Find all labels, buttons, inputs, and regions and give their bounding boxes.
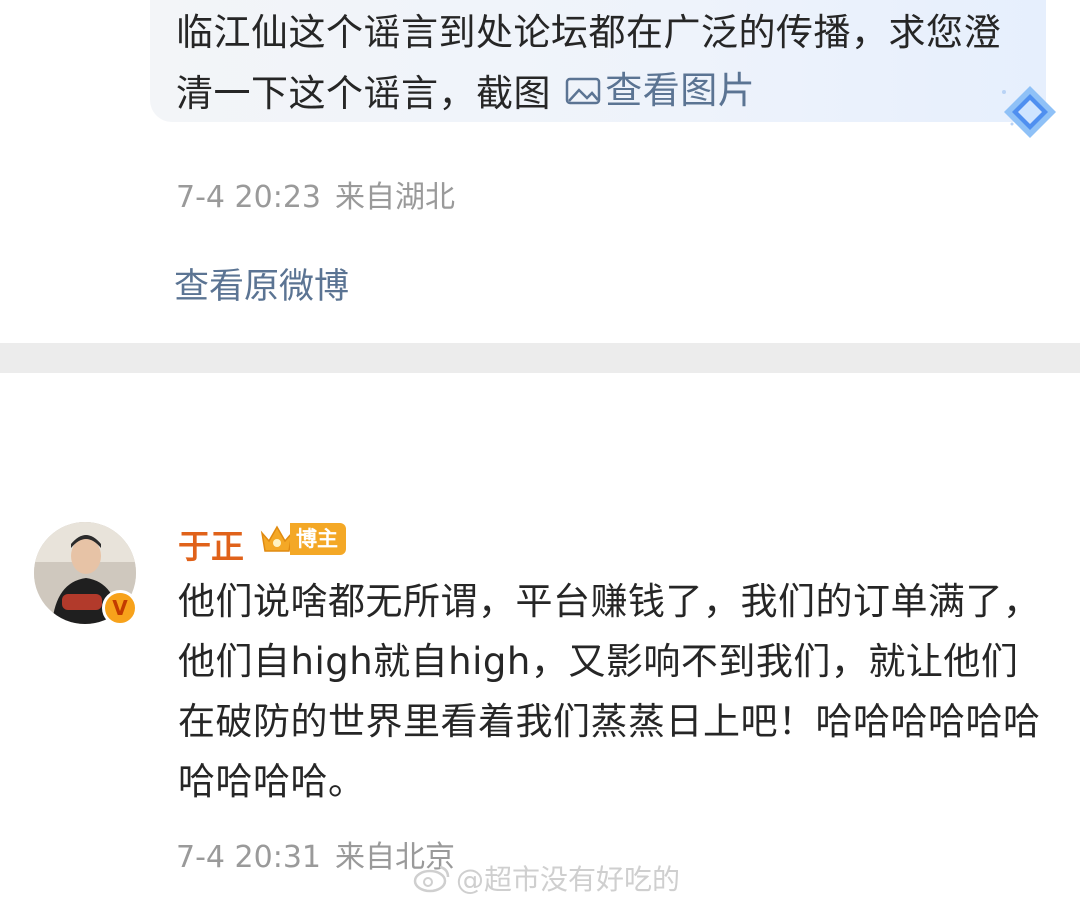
reply-text: 他们说啥都无所谓，平台赚钱了，我们的订单满了，他们自high就自high，又影响… <box>178 580 1041 803</box>
host-badge-label: 博主 <box>290 523 346 555</box>
watermark-text: @超市没有好吃的 <box>456 863 681 896</box>
reply-username[interactable]: 于正 <box>178 520 244 568</box>
view-image-link[interactable]: 查看图片 <box>563 62 755 120</box>
verified-badge-icon: V <box>102 590 138 626</box>
view-original-weibo-link[interactable]: 查看原微博 <box>174 258 349 309</box>
quoted-comment-text: 临江仙这个谣言到处论坛都在广泛的传播，求您澄清一下这个谣言，截图 查看图片 <box>176 4 1006 123</box>
quoted-comment-meta: 7-4 20:23 来自湖北 <box>176 172 469 216</box>
image-icon <box>566 77 601 105</box>
quoted-comment-time: 7-4 20:23 <box>176 180 321 215</box>
reply-time: 7-4 20:31 <box>176 840 321 875</box>
quoted-comment-location: 来自湖北 <box>335 180 455 215</box>
view-image-label: 查看图片 <box>605 69 756 112</box>
weibo-logo-icon <box>413 865 450 893</box>
diamond-badge-icon <box>1002 86 1056 138</box>
watermark: @超市没有好吃的 <box>412 858 680 898</box>
host-badge: 博主 <box>258 521 346 557</box>
section-divider <box>0 343 1080 373</box>
